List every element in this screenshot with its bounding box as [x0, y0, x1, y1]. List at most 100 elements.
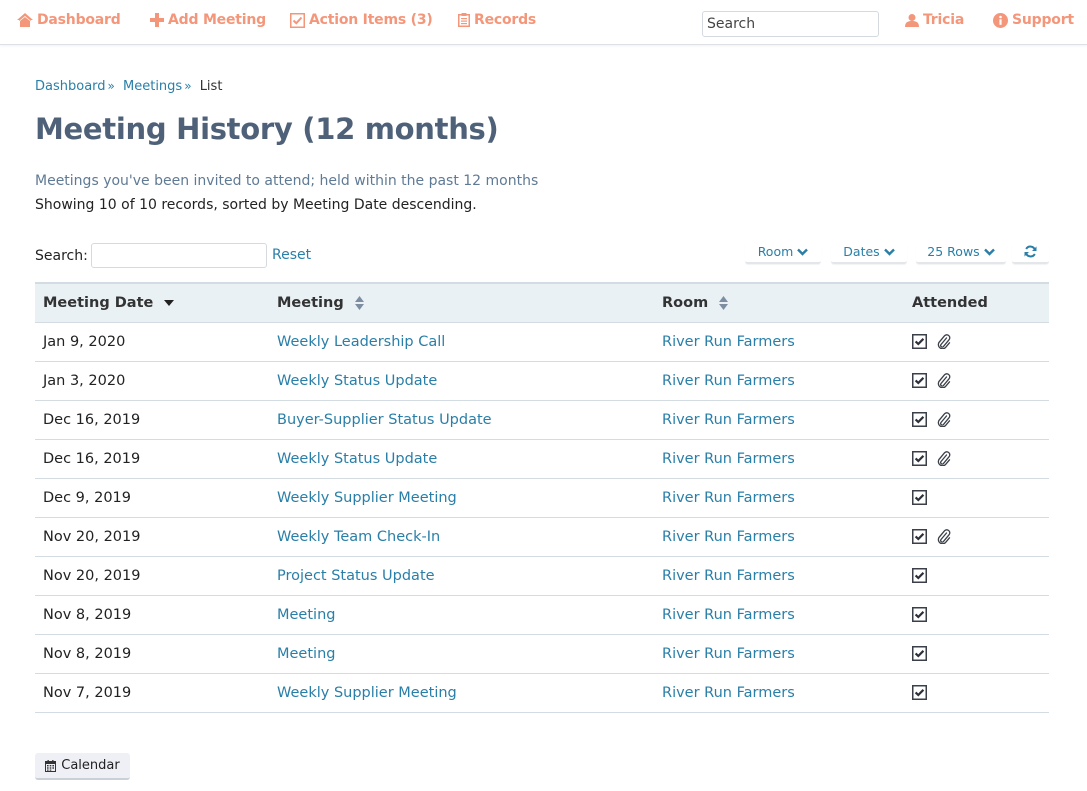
meetings-table: Meeting Date Meeting Room Attended Jan 9…	[35, 282, 1049, 713]
nav-user-label: Tricia	[923, 12, 965, 28]
chevron-down-icon	[983, 248, 995, 256]
cell-meeting-date: Jan 9, 2020	[35, 322, 269, 362]
paperclip-icon[interactable]	[937, 451, 951, 466]
checked-box-icon	[912, 412, 927, 427]
cell-meeting: Weekly Supplier Meeting	[269, 673, 654, 713]
calendar-button[interactable]: Calendar	[35, 753, 130, 780]
nav-records-label: Records	[474, 12, 537, 28]
reset-link[interactable]: Reset	[272, 247, 311, 263]
refresh-button[interactable]	[1012, 241, 1049, 264]
table-body: Jan 9, 2020 Weekly Leadership Call River R…	[35, 322, 1049, 713]
nav-support[interactable]: Support	[993, 12, 1074, 28]
room-link[interactable]: River Run Farmers	[662, 529, 795, 545]
rows-per-page-button[interactable]: 25 Rows	[916, 241, 1006, 264]
paperclip-icon[interactable]	[937, 529, 951, 544]
nav-action-items[interactable]: Action Items (3)	[290, 12, 433, 28]
cell-room: River Run Farmers	[654, 517, 904, 557]
meeting-link[interactable]: Meeting	[277, 607, 335, 623]
sort-icon	[354, 295, 364, 310]
room-link[interactable]: River Run Farmers	[662, 607, 795, 623]
room-link[interactable]: River Run Farmers	[662, 334, 795, 350]
cell-meeting: Weekly Leadership Call	[269, 322, 654, 362]
checked-box-icon	[912, 334, 927, 349]
meeting-link[interactable]: Project Status Update	[277, 568, 435, 584]
attended-icons	[912, 334, 1041, 349]
checked-box-icon	[912, 490, 927, 505]
cell-attended	[904, 634, 1049, 674]
page-subtitle: Meetings you've been invited to attend; …	[35, 173, 539, 189]
room-link[interactable]: River Run Farmers	[662, 568, 795, 584]
meeting-link[interactable]: Meeting	[277, 646, 335, 662]
meeting-link[interactable]: Weekly Status Update	[277, 373, 437, 389]
sort-icon	[719, 295, 729, 310]
cell-meeting-date: Dec 16, 2019	[35, 439, 269, 479]
header-meeting[interactable]: Meeting	[269, 283, 654, 323]
header-room-label: Room	[662, 294, 709, 311]
info-circle-icon	[993, 12, 1008, 28]
meeting-link[interactable]: Buyer-Supplier Status Update	[277, 412, 492, 428]
room-link[interactable]: River Run Farmers	[662, 451, 795, 467]
breadcrumb-meetings[interactable]: Meetings	[123, 79, 182, 94]
cell-meeting: Weekly Status Update	[269, 439, 654, 479]
meeting-link[interactable]: Weekly Status Update	[277, 451, 437, 467]
breadcrumb-dashboard[interactable]: Dashboard	[35, 79, 106, 94]
top-nav-bar: Dashboard Add Meeting Action Items (3) R…	[0, 0, 1087, 45]
room-link[interactable]: River Run Farmers	[662, 373, 795, 389]
paperclip-icon[interactable]	[937, 334, 951, 349]
meeting-link[interactable]: Weekly Supplier Meeting	[277, 685, 457, 701]
table-row: Nov 8, 2019 Meeting River Run Farmers	[35, 634, 1049, 674]
cell-attended	[904, 595, 1049, 635]
checkbox-icon	[290, 12, 305, 28]
paperclip-icon[interactable]	[937, 412, 951, 427]
meeting-link[interactable]: Weekly Team Check-In	[277, 529, 440, 545]
table-row: Nov 20, 2019 Weekly Team Check-In River Ru…	[35, 517, 1049, 557]
room-link[interactable]: River Run Farmers	[662, 412, 795, 428]
checked-box-icon	[912, 568, 927, 583]
header-meeting-date[interactable]: Meeting Date	[35, 283, 269, 323]
cell-room: River Run Farmers	[654, 439, 904, 479]
rows-per-page-label: 25 Rows	[927, 244, 980, 259]
cell-room: River Run Farmers	[654, 634, 904, 674]
room-link[interactable]: River Run Farmers	[662, 490, 795, 506]
cell-attended	[904, 322, 1049, 362]
checked-box-icon	[912, 451, 927, 466]
header-room[interactable]: Room	[654, 283, 904, 323]
header-attended: Attended	[904, 283, 1049, 323]
table-search-input[interactable]	[91, 243, 267, 268]
table-row: Jan 9, 2020 Weekly Leadership Call River R…	[35, 322, 1049, 362]
cell-attended	[904, 400, 1049, 440]
table-row: Nov 8, 2019 Meeting River Run Farmers	[35, 595, 1049, 635]
cell-room: River Run Farmers	[654, 595, 904, 635]
room-link[interactable]: River Run Farmers	[662, 685, 795, 701]
meeting-link[interactable]: Weekly Leadership Call	[277, 334, 445, 350]
clipboard-icon	[458, 13, 470, 27]
attended-icons	[912, 490, 1041, 505]
cell-meeting: Weekly Supplier Meeting	[269, 478, 654, 518]
header-meeting-date-label: Meeting Date	[43, 294, 154, 311]
room-link[interactable]: River Run Farmers	[662, 646, 795, 662]
nav-records[interactable]: Records	[458, 12, 536, 28]
paperclip-icon[interactable]	[937, 373, 951, 388]
checked-box-icon	[912, 373, 927, 388]
room-filter-button[interactable]: Room	[745, 241, 821, 264]
dates-filter-label: Dates	[843, 244, 880, 259]
cell-meeting: Weekly Status Update	[269, 361, 654, 401]
dates-filter-button[interactable]: Dates	[831, 241, 907, 264]
user-icon	[905, 13, 919, 27]
cell-meeting-date: Nov 20, 2019	[35, 517, 269, 557]
room-filter-label: Room	[757, 244, 794, 259]
nav-dashboard[interactable]: Dashboard	[17, 12, 121, 28]
meeting-link[interactable]: Weekly Supplier Meeting	[277, 490, 457, 506]
global-search-input[interactable]	[702, 11, 879, 37]
table-search-label: Search:	[35, 248, 88, 264]
checked-box-icon	[912, 685, 927, 700]
table-row: Nov 20, 2019 Project Status Update River R…	[35, 556, 1049, 596]
plus-icon	[150, 13, 164, 27]
cell-room: River Run Farmers	[654, 556, 904, 596]
cell-room: River Run Farmers	[654, 400, 904, 440]
records-summary: Showing 10 of 10 records, sorted by Meet…	[35, 197, 477, 213]
nav-user[interactable]: Tricia	[905, 12, 964, 28]
cell-room: River Run Farmers	[654, 361, 904, 401]
nav-add-meeting[interactable]: Add Meeting	[150, 12, 266, 28]
breadcrumb: Dashboard» Meetings» List	[35, 79, 222, 94]
